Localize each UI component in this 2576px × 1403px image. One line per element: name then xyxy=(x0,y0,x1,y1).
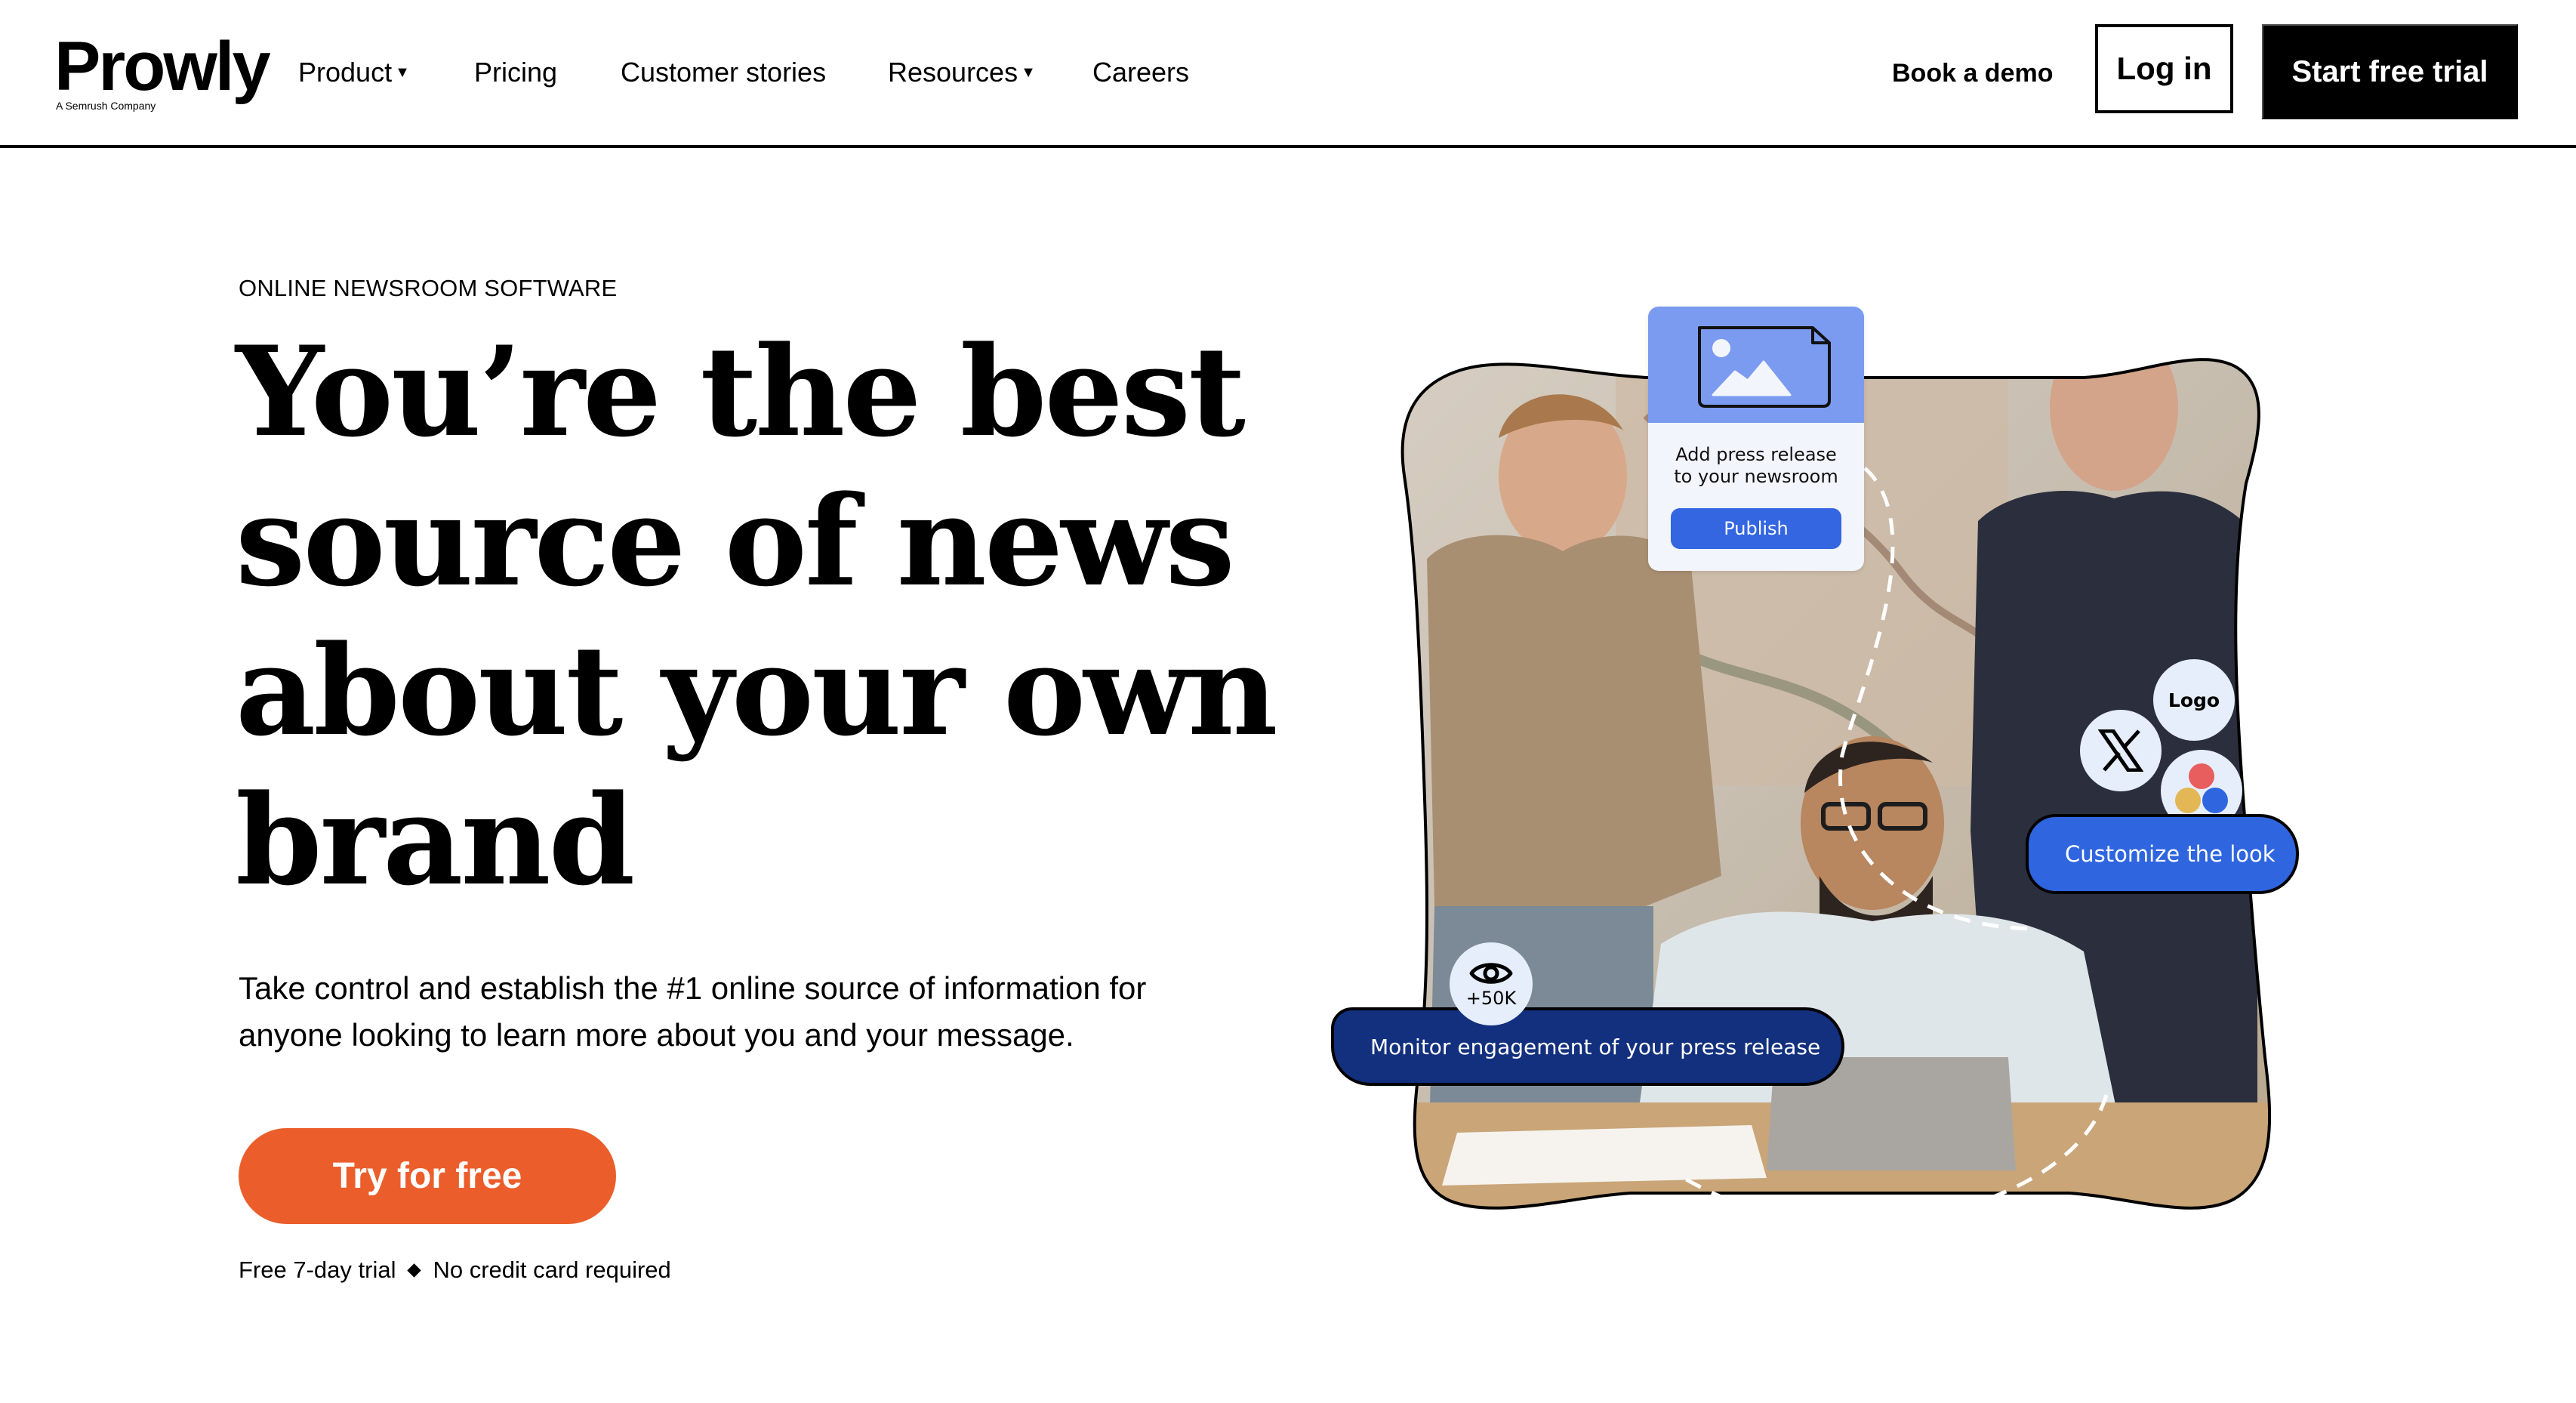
headline-line: brand xyxy=(236,767,635,913)
image-document-icon xyxy=(1698,326,1831,408)
eye-icon xyxy=(1469,963,1513,984)
headline-line: about your own xyxy=(236,618,1278,763)
nav-careers-label: Careers xyxy=(1092,57,1190,88)
fineprint-trial: Free 7-day trial xyxy=(239,1257,396,1283)
monitor-engagement-label: Monitor engagement of your press release xyxy=(1370,1034,1821,1059)
trial-fineprint: Free 7-day trial No credit card required xyxy=(239,1257,671,1284)
prowly-logo[interactable]: Prowly A Semrush Company xyxy=(54,28,271,112)
site-header: Prowly A Semrush Company Product ▼ Prici… xyxy=(0,0,2576,148)
customize-look-label: Customize the look xyxy=(2065,841,2276,867)
publish-button[interactable]: Publish xyxy=(1671,508,1841,549)
logo-bubble: Logo xyxy=(2153,659,2235,741)
nav-pricing[interactable]: Pricing xyxy=(474,54,557,91)
card-text-line: to your newsroom xyxy=(1674,466,1838,487)
login-button[interactable]: Log in xyxy=(2095,24,2233,113)
logo-bubble-label: Logo xyxy=(2168,689,2220,711)
try-for-free-button[interactable]: Try for free xyxy=(239,1128,616,1224)
monitor-engagement-pill: Monitor engagement of your press release xyxy=(1331,1007,1844,1086)
headline-line: You’re the best xyxy=(236,319,1246,464)
caret-down-icon: ▼ xyxy=(395,64,410,81)
nav-resources-label: Resources xyxy=(888,57,1018,88)
card-header xyxy=(1648,307,1864,423)
hero-subtext: Take control and establish the #1 online… xyxy=(239,970,1147,1053)
x-logo-icon xyxy=(2098,729,2143,772)
nav-customer-stories-label: Customer stories xyxy=(621,57,827,88)
card-description: Add press release to your newsroom xyxy=(1648,444,1864,488)
hero-headline: You’re the best source of news about you… xyxy=(236,317,1293,915)
fineprint-no-card: No credit card required xyxy=(433,1257,671,1283)
blue-dot xyxy=(2202,788,2228,813)
red-dot xyxy=(2189,763,2214,789)
headline-line: source of news xyxy=(236,468,1235,614)
views-count: +50K xyxy=(1465,988,1517,1009)
nav-resources[interactable]: Resources ▼ xyxy=(888,54,1036,91)
views-bubble: +50K xyxy=(1450,942,1533,1025)
card-text-line: Add press release xyxy=(1675,444,1837,465)
yellow-dot xyxy=(2175,788,2201,813)
x-bubble xyxy=(2080,710,2162,791)
caret-down-icon: ▼ xyxy=(1021,64,1036,81)
hero-eyebrow: ONLINE NEWSROOM SOFTWARE xyxy=(239,275,618,301)
nav-careers[interactable]: Careers xyxy=(1092,54,1189,91)
press-release-card: Add press release to your newsroom Publi… xyxy=(1648,307,1864,571)
diamond-separator-icon xyxy=(407,1263,422,1278)
start-free-trial-button[interactable]: Start free trial xyxy=(2262,24,2518,119)
nav-pricing-label: Pricing xyxy=(474,57,558,88)
book-demo-link[interactable]: Book a demo xyxy=(1892,56,2053,91)
customize-look-pill: Customize the look xyxy=(2026,814,2299,894)
nav-product-label: Product xyxy=(298,57,393,88)
logo-wordmark: Prowly xyxy=(54,28,271,105)
nav-product[interactable]: Product ▼ xyxy=(298,54,410,91)
nav-customer-stories[interactable]: Customer stories xyxy=(621,54,826,91)
